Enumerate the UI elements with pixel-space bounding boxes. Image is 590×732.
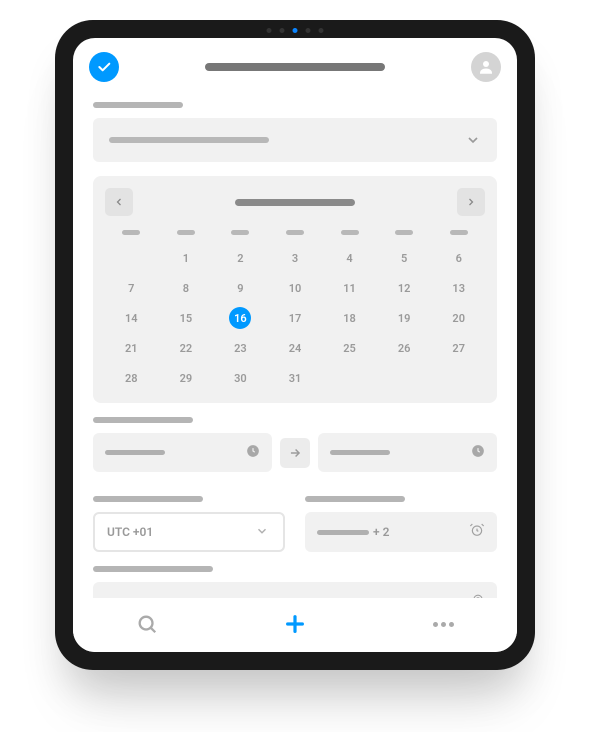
calendar-day[interactable]: 2	[214, 245, 267, 271]
arrow-right-icon	[280, 438, 310, 468]
calendar-day[interactable]: 4	[323, 245, 376, 271]
nav-search-button[interactable]	[133, 610, 161, 638]
calendar-day[interactable]: 21	[105, 335, 158, 361]
section-label	[93, 566, 213, 572]
calendar: 1234567891011121314151617181920212223242…	[93, 176, 497, 403]
calendar-day[interactable]: 15	[160, 305, 213, 331]
time-range-row	[93, 433, 497, 472]
calendar-day[interactable]: 23	[214, 335, 267, 361]
section-label	[93, 102, 183, 108]
nav-more-button[interactable]	[429, 610, 457, 638]
calendar-day[interactable]: 27	[432, 335, 485, 361]
calendar-day[interactable]: 11	[323, 275, 376, 301]
calendar-day[interactable]: 26	[378, 335, 431, 361]
reminder-count: + 2	[373, 525, 389, 539]
calendar-day[interactable]: 24	[269, 335, 322, 361]
calendar-day[interactable]: 29	[160, 365, 213, 391]
content-area: 1234567891011121314151617181920212223242…	[73, 92, 517, 598]
calendar-day[interactable]: 1	[160, 245, 213, 271]
calendar-day[interactable]: 18	[323, 305, 376, 331]
calendar-day[interactable]: 3	[269, 245, 322, 271]
calendar-day-header	[450, 230, 468, 235]
calendar-day[interactable]: 31	[269, 365, 322, 391]
app-logo-icon[interactable]	[89, 52, 119, 82]
calendar-day-header	[231, 230, 249, 235]
calendar-day[interactable]: 16	[214, 305, 267, 331]
more-icon	[433, 622, 454, 627]
calendar-day-header	[122, 230, 140, 235]
calendar-month-label	[235, 199, 355, 206]
calendar-day[interactable]: 19	[378, 305, 431, 331]
start-time-input[interactable]	[93, 433, 272, 472]
end-time-input[interactable]	[318, 433, 497, 472]
tablet-frame: 1234567891011121314151617181920212223242…	[55, 20, 535, 670]
calendar-day[interactable]: 12	[378, 275, 431, 301]
screen: 1234567891011121314151617181920212223242…	[73, 38, 517, 652]
calendar-day-header	[395, 230, 413, 235]
calendar-prev-button[interactable]	[105, 188, 133, 216]
category-dropdown[interactable]	[93, 118, 497, 162]
timezone-value: UTC +01	[107, 525, 153, 539]
calendar-day-header	[177, 230, 195, 235]
calendar-day-header	[341, 230, 359, 235]
calendar-day[interactable]: 8	[160, 275, 213, 301]
reminder-button[interactable]: + 2	[305, 512, 497, 552]
section-label	[93, 417, 193, 423]
timezone-select[interactable]: UTC +01	[93, 512, 285, 552]
calendar-next-button[interactable]	[457, 188, 485, 216]
calendar-day[interactable]: 25	[323, 335, 376, 361]
calendar-day[interactable]: 5	[378, 245, 431, 271]
calendar-day-header	[286, 230, 304, 235]
calendar-day[interactable]: 17	[269, 305, 322, 331]
page-title	[205, 63, 385, 71]
calendar-day	[323, 365, 376, 391]
calendar-grid: 1234567891011121314151617181920212223242…	[105, 226, 485, 391]
clock-icon	[471, 443, 485, 462]
calendar-day	[432, 365, 485, 391]
calendar-day[interactable]: 10	[269, 275, 322, 301]
chevron-down-icon	[255, 524, 271, 540]
calendar-day[interactable]: 7	[105, 275, 158, 301]
chevron-down-icon	[465, 132, 481, 148]
calendar-day[interactable]: 14	[105, 305, 158, 331]
nav-add-button[interactable]	[281, 610, 309, 638]
calendar-day[interactable]: 9	[214, 275, 267, 301]
alarm-icon	[469, 522, 485, 542]
dropdown-value	[109, 137, 269, 143]
section-label	[305, 496, 405, 502]
calendar-day[interactable]: 28	[105, 365, 158, 391]
calendar-day[interactable]: 30	[214, 365, 267, 391]
calendar-day[interactable]: 22	[160, 335, 213, 361]
app-header	[73, 38, 517, 92]
calendar-day[interactable]: 6	[432, 245, 485, 271]
tablet-sensors	[267, 28, 324, 33]
calendar-day[interactable]: 13	[432, 275, 485, 301]
location-input[interactable]	[93, 582, 497, 598]
avatar[interactable]	[471, 52, 501, 82]
calendar-day	[105, 245, 158, 271]
bottom-nav	[73, 598, 517, 652]
section-label	[93, 496, 203, 502]
calendar-day	[378, 365, 431, 391]
clock-icon	[246, 443, 260, 462]
calendar-day[interactable]: 20	[432, 305, 485, 331]
